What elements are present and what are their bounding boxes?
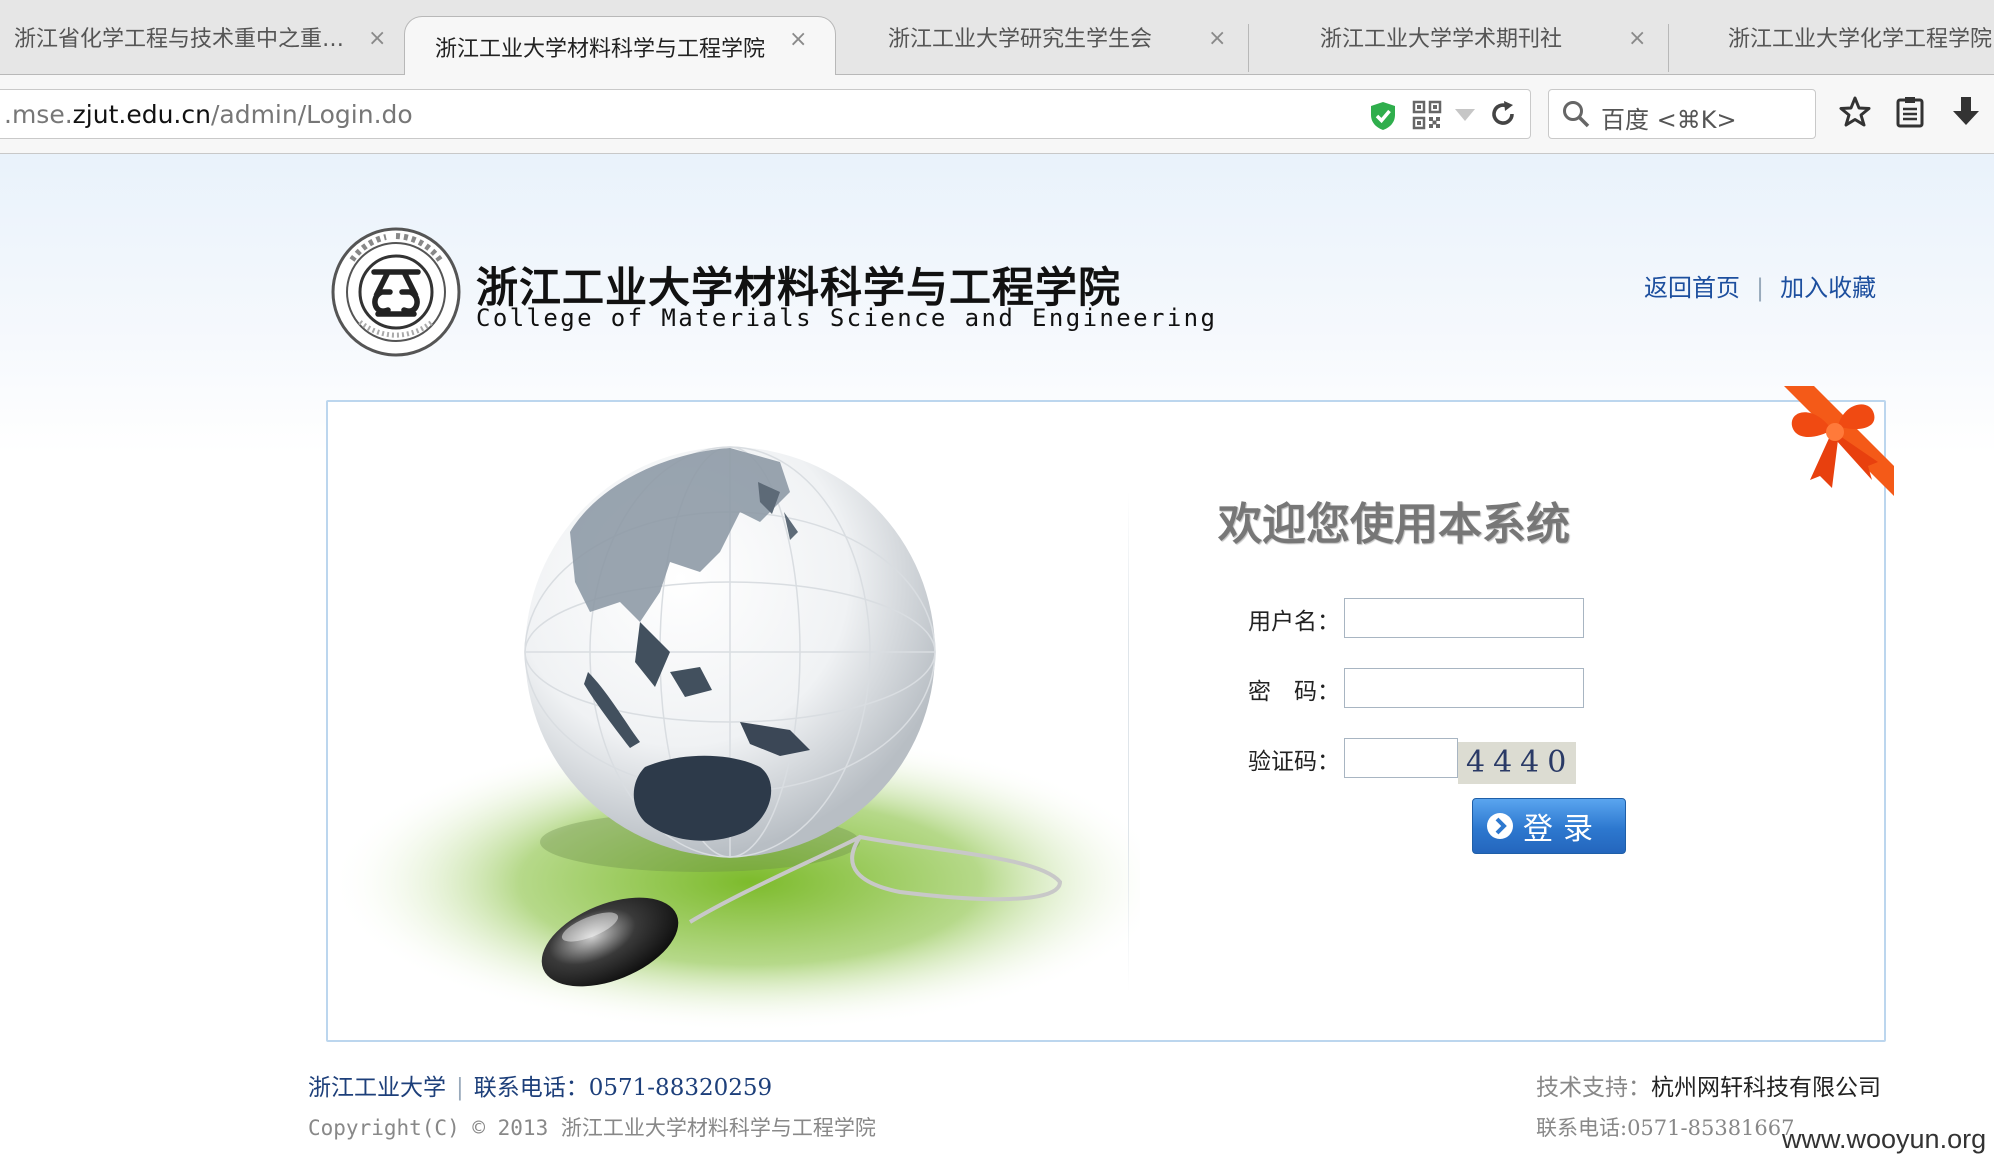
url-host: zjut.edu.cn [72,100,211,129]
reload-icon[interactable] [1488,99,1518,129]
tab-separator [1248,24,1249,72]
footer-phone: 联系电话：0571-88320259 [473,1075,773,1101]
tab-separator [1668,24,1669,72]
tab-label: 浙江工业大学材料科学与工程学院 [435,36,766,62]
tab-close-icon[interactable]: × [789,27,807,52]
top-links: 返回首页 | 加入收藏 [1644,268,1876,303]
add-favorite-link[interactable]: 加入收藏 [1780,274,1876,302]
support-phone: 联系电话:0571-85381667 [1536,1116,1795,1140]
ribbon-bow-icon [1784,386,1894,496]
address-bar[interactable]: .mse.zjut.edu.cn/admin/Login.do [0,89,1531,139]
password-input[interactable] [1344,668,1584,708]
reading-list-icon[interactable] [1894,95,1926,129]
tech-support: 技术支持：杭州网轩科技有限公司 [1536,1068,1881,1102]
qr-code-icon[interactable] [1412,100,1442,130]
tab-close-icon[interactable]: × [1628,26,1646,51]
search-placeholder: 百度 <⌘K> [1601,106,1737,134]
shield-check-icon[interactable] [1368,100,1398,132]
password-label: 密 码： [1248,679,1340,705]
login-button[interactable]: 登录 [1472,798,1626,854]
college-title-en: College of Materials Science and Enginee… [476,304,1218,332]
panel-divider [1128,492,1129,992]
dropdown-arrow-icon[interactable] [1454,108,1476,122]
captcha-label: 验证码： [1248,749,1340,775]
tab-label: 浙江工业大学学术期刊社 [1320,27,1563,52]
arrow-right-circle-icon [1487,813,1513,839]
welcome-heading: 欢迎您使用本系统 [1218,499,1570,550]
browser-tab[interactable]: 浙江工业大学化学工程学院 [1728,0,1994,74]
login-panel: 欢迎您使用本系统 用户名： 密 码： 验证码： 4440 登录 [326,400,1886,1042]
username-input[interactable] [1344,598,1584,638]
browser-tab-strip: 浙江省化学工程与技术重中之重… × 浙江工业大学材料科学与工程学院 × 浙江工业… [0,0,1994,76]
search-box[interactable]: 百度 <⌘K> [1548,89,1816,139]
footer-separator: | [456,1075,464,1101]
browser-tab[interactable]: 浙江工业大学学术期刊社 × [1320,0,1660,74]
university-emblem-icon [331,227,461,357]
support-label: 技术支持： [1536,1075,1651,1101]
tab-close-icon[interactable]: × [368,26,386,51]
home-link[interactable]: 返回首页 [1644,274,1740,302]
browser-tab-active[interactable]: 浙江工业大学材料科学与工程学院 × [404,16,836,76]
captcha-input[interactable] [1344,738,1458,778]
globe-mouse-illustration [340,446,1140,1032]
link-separator: | [1756,274,1765,302]
footer-school-link[interactable]: 浙江工业大学 [308,1075,446,1101]
footer-contact: 浙江工业大学 | 联系电话：0571-88320259 [308,1068,772,1102]
tab-label: 浙江工业大学化学工程学院 [1728,27,1993,52]
captcha-image[interactable]: 4440 [1458,742,1576,784]
copyright-text: Copyright(C) © 2013 浙江工业大学材料科学与工程学院 [308,1116,876,1140]
tab-label: 浙江省化学工程与技术重中之重… [14,27,345,52]
search-icon [1563,101,1590,128]
tab-label: 浙江工业大学研究生学生会 [888,27,1153,52]
download-icon[interactable] [1950,95,1982,129]
browser-tab[interactable]: 浙江工业大学研究生学生会 × [888,0,1248,74]
bookmark-star-icon[interactable] [1838,95,1872,129]
browser-tab[interactable]: 浙江省化学工程与技术重中之重… × [14,0,394,74]
url-path: /admin/Login.do [210,100,413,129]
username-label: 用户名： [1248,609,1340,635]
tab-close-icon[interactable]: × [1208,26,1226,51]
watermark-text: www.wooyun.org [1782,1124,1987,1154]
support-company: 杭州网轩科技有限公司 [1651,1075,1881,1101]
page-body: 浙江工业大学材料科学与工程学院 College of Materials Sci… [0,154,1994,1166]
url-text[interactable]: .mse.zjut.edu.cn/admin/Login.do [4,100,413,129]
login-button-label: 登录 [1523,812,1603,847]
url-prefix: .mse. [4,100,73,129]
browser-nav-bar: .mse.zjut.edu.cn/admin/Login.do 百度 <⌘K> [0,75,1994,154]
